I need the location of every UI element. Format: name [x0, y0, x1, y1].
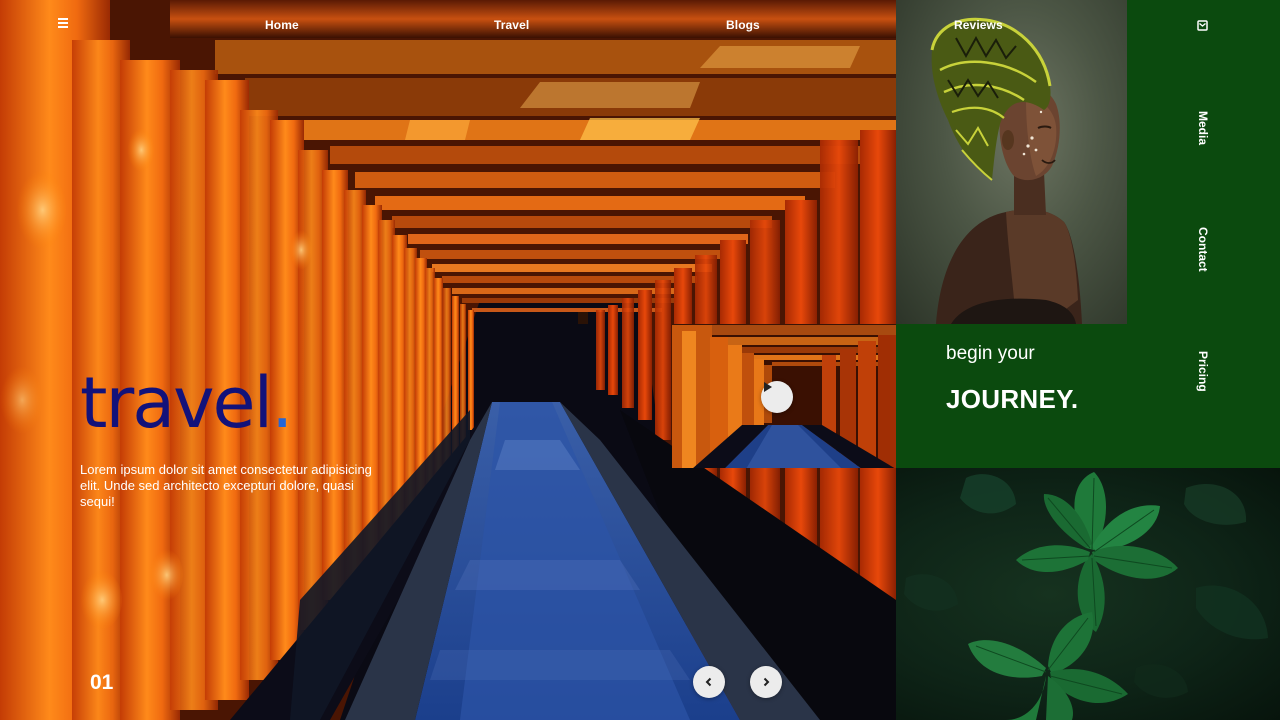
mail-icon[interactable] — [1197, 18, 1208, 31]
chevron-right-icon — [763, 677, 770, 687]
nav-reviews[interactable]: Reviews — [954, 18, 1003, 32]
hero-title-word: travel — [80, 362, 273, 444]
chevron-left-icon — [705, 677, 712, 687]
play-button[interactable] — [761, 381, 793, 413]
top-nav: Home Travel Blogs Reviews — [0, 18, 1128, 34]
nav-blogs[interactable]: Blogs — [726, 18, 760, 32]
mail-glyph — [1197, 20, 1208, 31]
leaves-illustration — [904, 472, 1268, 720]
hero-description: Lorem ipsum dolor sit amet consectetur a… — [80, 462, 372, 509]
side-nav-media[interactable]: Media — [1196, 111, 1210, 145]
nav-travel[interactable]: Travel — [494, 18, 529, 32]
slide-number: 01 — [90, 671, 114, 694]
leaves-image — [896, 468, 1280, 720]
woman-headwrap-illustration — [930, 17, 1082, 324]
panel-subtitle: begin your — [946, 343, 1035, 364]
panel-headline: JOURNEY. — [946, 384, 1079, 414]
side-nav-pricing[interactable]: Pricing — [1196, 351, 1210, 392]
hero-title: travel. — [80, 368, 293, 438]
next-slide-button[interactable] — [750, 666, 782, 698]
prev-slide-button[interactable] — [693, 666, 725, 698]
hero-title-dot: . — [271, 362, 293, 444]
side-nav-panel — [1127, 0, 1280, 324]
nav-home[interactable]: Home — [265, 18, 299, 32]
play-icon — [764, 382, 772, 392]
side-nav-contact[interactable]: Contact — [1196, 227, 1210, 272]
video-thumbnail[interactable] — [672, 324, 896, 468]
portrait-image — [896, 0, 1127, 324]
